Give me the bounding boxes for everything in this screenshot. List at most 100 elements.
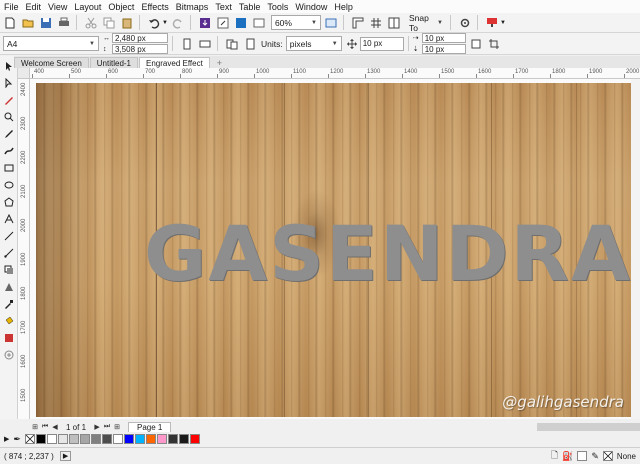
launch-button[interactable]	[484, 15, 500, 31]
show-guidelines-button[interactable]	[386, 15, 402, 31]
no-color-swatch[interactable]	[24, 434, 35, 444]
color-swatch[interactable]	[101, 434, 112, 444]
page-height-input[interactable]: 3,508 px	[112, 44, 168, 54]
options-button[interactable]	[457, 15, 473, 31]
undo-button[interactable]	[146, 15, 162, 31]
last-page-icon[interactable]: ⏭	[102, 423, 112, 431]
new-tab-plus-icon[interactable]: +	[210, 57, 229, 68]
color-swatch[interactable]	[68, 434, 79, 444]
menu-text[interactable]: Text	[215, 2, 232, 12]
menu-edit[interactable]: Edit	[26, 2, 42, 12]
ellipse-tool[interactable]	[2, 178, 16, 192]
page-add-icon[interactable]: ⊞	[30, 423, 40, 431]
menu-layout[interactable]: Layout	[74, 2, 101, 12]
crop-tool[interactable]	[2, 93, 16, 107]
new-document-button[interactable]	[2, 15, 18, 31]
redo-button[interactable]	[170, 15, 186, 31]
zoom-level-combo[interactable]: 60% ▼	[270, 15, 321, 30]
all-pages-button[interactable]	[224, 36, 240, 52]
app-launcher-button[interactable]	[233, 15, 249, 31]
launch-dropdown-icon[interactable]: ▼	[500, 20, 506, 26]
tab-untitled-1[interactable]: Untitled-1	[89, 57, 139, 68]
tab-engraved-effect[interactable]: Engraved Effect	[139, 57, 210, 68]
page-add-after-icon[interactable]: ⊞	[112, 423, 122, 431]
menu-bitmaps[interactable]: Bitmaps	[176, 2, 209, 12]
artistic-media-tool[interactable]	[2, 144, 16, 158]
wood-texture-bitmap[interactable]: GASENDRA @galihgasendra	[36, 83, 634, 417]
export-button[interactable]	[215, 15, 231, 31]
status-arrow-icon[interactable]: ▶	[59, 451, 72, 461]
duplicate-y-input[interactable]: 10 px	[421, 44, 466, 54]
eyedropper-icon[interactable]: ✒	[13, 434, 21, 445]
horizontal-scrollbar[interactable]	[537, 423, 640, 431]
ruler-origin[interactable]	[18, 68, 30, 79]
color-eyedropper-tool[interactable]	[2, 297, 16, 311]
color-swatch[interactable]	[167, 434, 178, 444]
page-tab[interactable]: Page 1	[128, 421, 172, 433]
landscape-button[interactable]	[197, 36, 213, 52]
menu-effects[interactable]: Effects	[141, 2, 168, 12]
menu-file[interactable]: File	[4, 2, 19, 12]
color-swatch[interactable]	[112, 434, 123, 444]
snap-options-button[interactable]	[486, 36, 502, 52]
color-swatch[interactable]	[123, 434, 134, 444]
print-button[interactable]	[56, 15, 72, 31]
color-swatch[interactable]	[134, 434, 145, 444]
copy-button[interactable]	[101, 15, 117, 31]
welcome-screen-button[interactable]	[251, 15, 267, 31]
transparency-tool[interactable]	[2, 280, 16, 294]
palette-arrow-icon[interactable]: ▶	[4, 435, 9, 443]
show-grid-button[interactable]	[368, 15, 384, 31]
menu-tools[interactable]: Tools	[267, 2, 288, 12]
color-swatch[interactable]	[178, 434, 189, 444]
next-page-icon[interactable]: ▶	[92, 423, 102, 431]
rectangle-tool[interactable]	[2, 161, 16, 175]
text-tool[interactable]	[2, 212, 16, 226]
freehand-tool[interactable]	[2, 127, 16, 141]
parallel-dimension-tool[interactable]	[2, 229, 16, 243]
menu-view[interactable]: View	[48, 2, 67, 12]
smart-fill-tool[interactable]	[2, 331, 16, 345]
color-swatch[interactable]	[189, 434, 200, 444]
color-swatch[interactable]	[156, 434, 167, 444]
color-swatch[interactable]	[57, 434, 68, 444]
page-size-combo[interactable]: A4 ▼	[3, 36, 99, 51]
color-swatch[interactable]	[35, 434, 46, 444]
color-swatch[interactable]	[46, 434, 57, 444]
import-button[interactable]	[197, 15, 213, 31]
horizontal-ruler[interactable]: 400 500 600 700 800 900 1000 1100 1200 1300 1400 15…	[30, 68, 640, 79]
save-button[interactable]	[38, 15, 54, 31]
first-page-icon[interactable]: ⏮	[40, 423, 50, 431]
open-button[interactable]	[20, 15, 36, 31]
color-swatch[interactable]	[90, 434, 101, 444]
cut-button[interactable]	[83, 15, 99, 31]
current-page-button[interactable]	[242, 36, 258, 52]
polygon-tool[interactable]	[2, 195, 16, 209]
vertical-ruler[interactable]: 2400 2300 2200 2100 2000 1900 1800 1700 1600 1500	[18, 79, 30, 419]
zoom-tool[interactable]	[2, 110, 16, 124]
connector-tool[interactable]	[2, 246, 16, 260]
color-swatch[interactable]	[79, 434, 90, 444]
tab-welcome-screen[interactable]: Welcome Screen	[14, 57, 89, 68]
treat-as-filled-button[interactable]	[468, 36, 484, 52]
drawing-canvas[interactable]: GASENDRA @galihgasendra	[30, 79, 640, 419]
portrait-button[interactable]	[179, 36, 195, 52]
color-swatch[interactable]	[145, 434, 156, 444]
menu-object[interactable]: Object	[108, 2, 134, 12]
add-tool-button[interactable]	[2, 348, 16, 362]
engraved-headline-text[interactable]: GASENDRA	[144, 209, 632, 298]
prev-page-icon[interactable]: ◀	[50, 423, 60, 431]
color-palette-scroll[interactable]	[631, 79, 640, 419]
nudge-distance-input[interactable]: 10 px	[359, 36, 404, 51]
menu-window[interactable]: Window	[295, 2, 327, 12]
snap-to-dropdown[interactable]: Snap To ▼	[406, 13, 446, 33]
show-rulers-button[interactable]	[350, 15, 366, 31]
shape-tool[interactable]	[2, 76, 16, 90]
duplicate-x-input[interactable]: 10 px	[421, 33, 466, 43]
page-width-input[interactable]: 2,480 px	[112, 33, 168, 43]
menu-help[interactable]: Help	[334, 2, 353, 12]
paste-button[interactable]	[119, 15, 135, 31]
outline-swatch[interactable]	[602, 451, 613, 461]
units-combo[interactable]: pixels ▼	[285, 36, 342, 51]
drop-shadow-tool[interactable]	[2, 263, 16, 277]
